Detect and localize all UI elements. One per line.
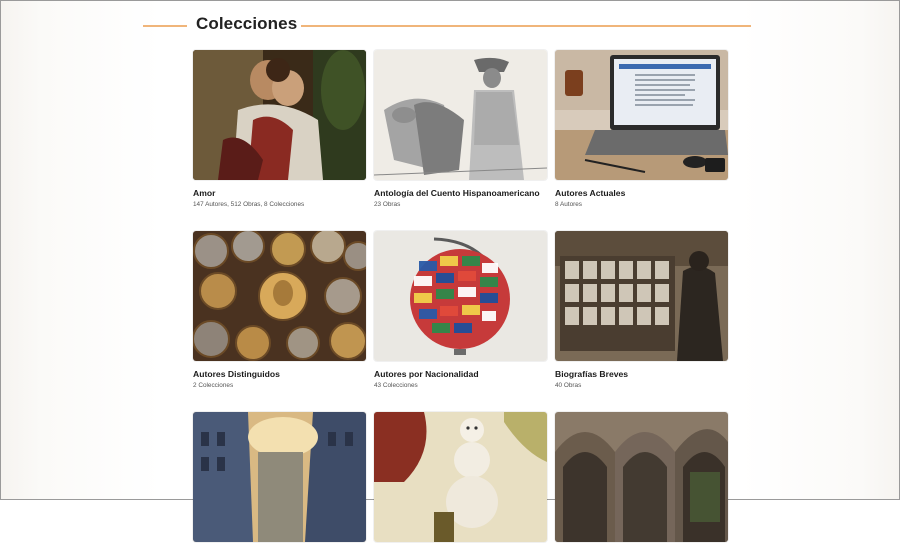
collection-meta: 40 Obras xyxy=(555,382,582,389)
collection-card-antologia[interactable]: Antología del Cuento Hispanoamericano 23… xyxy=(374,50,547,208)
collection-card-autores-actuales[interactable]: Autores Actuales 8 Autores xyxy=(555,50,728,208)
collection-image-amor[interactable] xyxy=(193,50,366,180)
collection-meta: 8 Autores xyxy=(555,201,583,208)
collection-meta: 2 Colecciones xyxy=(193,382,234,389)
collection-title[interactable]: Autores por Nacionalidad xyxy=(374,369,547,379)
collection-card-autores-distinguidos[interactable]: Autores Distinguidos 2 Colecciones xyxy=(193,231,366,389)
section-title: Colecciones xyxy=(196,14,298,33)
collection-image-row3-1[interactable] xyxy=(193,412,366,542)
collection-image-autores-actuales[interactable] xyxy=(555,50,728,180)
collection-card-amor[interactable]: Amor 147 Autores, 512 Obras, 8 Coleccion… xyxy=(193,50,366,208)
collection-image-autores-nacionalidad[interactable] xyxy=(374,231,547,361)
collection-image-antologia[interactable] xyxy=(374,50,547,180)
collection-image-row3-2[interactable] xyxy=(374,412,547,542)
section-header: Colecciones xyxy=(143,13,753,39)
collection-card-row3-1[interactable] xyxy=(193,412,366,550)
collection-meta: 23 Obras xyxy=(374,201,401,208)
collection-image-row3-3[interactable] xyxy=(555,412,728,542)
collection-title[interactable]: Amor xyxy=(193,188,366,198)
collection-title[interactable]: Autores Actuales xyxy=(555,188,728,198)
collection-title[interactable]: Antología del Cuento Hispanoamericano xyxy=(374,188,547,198)
collection-card-autores-nacionalidad[interactable]: Autores por Nacionalidad 43 Colecciones xyxy=(374,231,547,389)
title-rule-left xyxy=(143,25,187,27)
collection-image-autores-distinguidos[interactable] xyxy=(193,231,366,361)
collection-image-biografias-breves[interactable] xyxy=(555,231,728,361)
collection-card-row3-2[interactable] xyxy=(374,412,547,550)
collection-meta: 43 Colecciones xyxy=(374,382,418,389)
collection-meta: 147 Autores, 512 Obras, 8 Colecciones xyxy=(193,201,305,208)
collection-card-biografias-breves[interactable]: Biografías Breves 40 Obras xyxy=(555,231,728,389)
title-rule-right xyxy=(301,25,751,27)
collection-title[interactable]: Biografías Breves xyxy=(555,369,728,379)
collection-card-row3-3[interactable] xyxy=(555,412,728,550)
collection-title[interactable]: Autores Distinguidos xyxy=(193,369,366,379)
